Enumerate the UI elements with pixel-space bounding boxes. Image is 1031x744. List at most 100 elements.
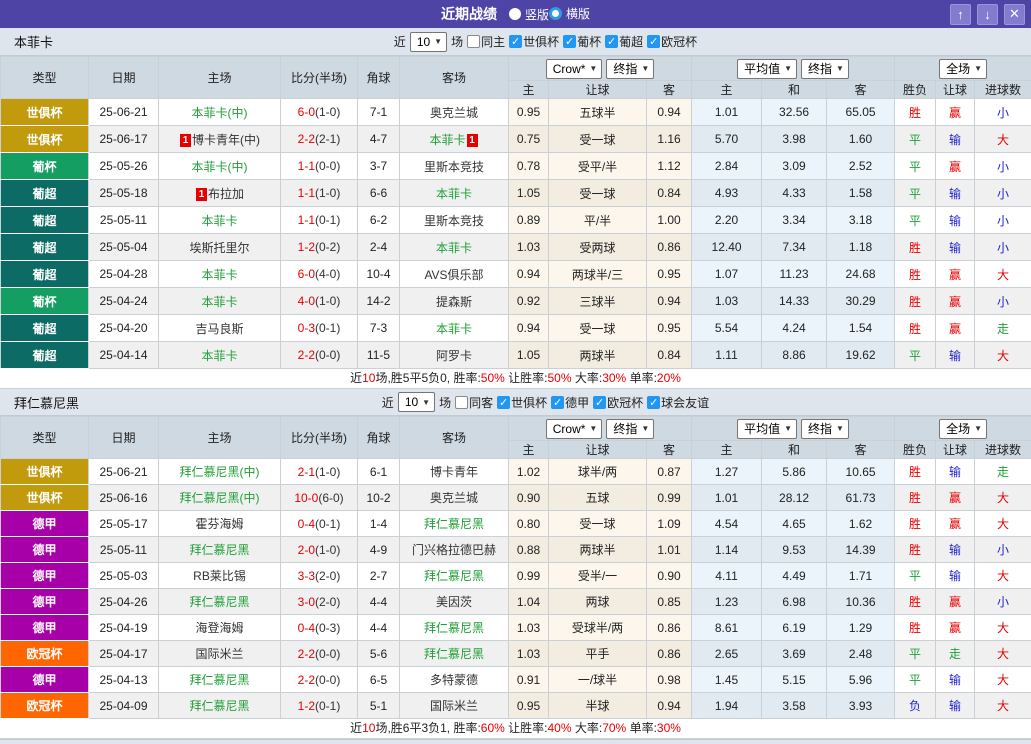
layout-radio-horizontal[interactable]: 横版 bbox=[549, 5, 590, 22]
filter-checkbox[interactable]: ✓世俱杯 bbox=[497, 394, 547, 411]
odds-away: 0.98 bbox=[647, 667, 692, 693]
avg-group-header: 平均值▼终指▼ bbox=[692, 417, 895, 441]
result-handicap: 走 bbox=[936, 641, 975, 667]
avg-away: 3.93 bbox=[827, 693, 895, 719]
avg-away: 61.73 bbox=[827, 485, 895, 511]
avg-draw: 4.49 bbox=[762, 563, 827, 589]
odds-source-select-value: Crow* bbox=[553, 62, 586, 76]
odds-home: 0.88 bbox=[509, 537, 549, 563]
filter-checkbox[interactable]: ✓欧冠杯 bbox=[647, 33, 697, 50]
column-header: 类型 bbox=[1, 417, 89, 459]
checkbox-label: 球会友谊 bbox=[661, 394, 709, 411]
move-down-button[interactable]: ↓ bbox=[977, 4, 998, 25]
full-time-score: 0-3 bbox=[298, 321, 315, 335]
result-goals: 大 bbox=[975, 126, 1031, 153]
scope-select[interactable]: 全场▼ bbox=[939, 59, 987, 79]
avg-group-selects: 平均值▼终指▼ bbox=[692, 59, 894, 79]
avg-group-selects: 平均值▼终指▼ bbox=[692, 419, 894, 439]
full-time-score: 1-1 bbox=[298, 186, 315, 200]
odds-source-select[interactable]: Crow*▼ bbox=[546, 419, 603, 439]
avg-source-select-value: 平均值 bbox=[744, 420, 780, 437]
odds-source-select[interactable]: Crow*▼ bbox=[546, 59, 603, 79]
table-row: 德甲25-04-19海登海姆0-4(0-3)4-4拜仁慕尼黑1.03受球半/两0… bbox=[1, 615, 1031, 641]
result-goals: 小 bbox=[975, 180, 1031, 207]
avg-source-select[interactable]: 平均值▼ bbox=[737, 59, 797, 79]
odds-group-header: Crow*▼终指▼ bbox=[509, 417, 692, 441]
odds-handicap: 五球 bbox=[549, 485, 647, 511]
away-team: 国际米兰 bbox=[400, 693, 509, 719]
filter-checkbox[interactable]: ✓德甲 bbox=[551, 394, 589, 411]
match-count-select-value: 10 bbox=[417, 35, 430, 49]
avg-group-header: 平均值▼终指▼ bbox=[692, 57, 895, 81]
league-badge: 德甲 bbox=[1, 511, 89, 537]
odds-away: 0.95 bbox=[647, 261, 692, 288]
filter-checkbox[interactable]: 同主 bbox=[467, 33, 505, 50]
home-team: 埃斯托里尔 bbox=[159, 234, 281, 261]
checkbox-label: 世俱杯 bbox=[511, 394, 547, 411]
close-button[interactable]: ✕ bbox=[1004, 4, 1025, 25]
league-badge: 葡超 bbox=[1, 315, 89, 342]
filter-checkbox[interactable]: ✓世俱杯 bbox=[509, 33, 559, 50]
result-goals: 大 bbox=[975, 261, 1031, 288]
avg-away: 14.39 bbox=[827, 537, 895, 563]
bottom-strip bbox=[0, 739, 1031, 744]
avg-source-select[interactable]: 平均值▼ bbox=[737, 419, 797, 439]
header-row-1: 类型日期主场比分(半场)角球客场Crow*▼终指▼平均值▼终指▼全场▼ bbox=[1, 417, 1031, 441]
filter-checkbox[interactable]: ✓葡超 bbox=[605, 33, 643, 50]
odds-time-select[interactable]: 终指▼ bbox=[606, 59, 654, 79]
away-team: 本菲卡 bbox=[400, 315, 509, 342]
avg-away: 1.29 bbox=[827, 615, 895, 641]
result-goals: 走 bbox=[975, 315, 1031, 342]
sub-column-header: 让球 bbox=[936, 81, 975, 99]
filter-checkbox[interactable]: ✓葡杯 bbox=[563, 33, 601, 50]
away-team: 里斯本竞技 bbox=[400, 207, 509, 234]
match-count-select[interactable]: 10▼ bbox=[410, 32, 447, 52]
result-outcome: 平 bbox=[895, 180, 936, 207]
chevron-down-icon: ▼ bbox=[784, 64, 792, 73]
scope-select[interactable]: 全场▼ bbox=[939, 419, 987, 439]
odds-source-select-value: Crow* bbox=[553, 422, 586, 436]
score: 2-0(1-0) bbox=[281, 537, 358, 563]
team-section-benfica: 本菲卡 近10▼场同主✓世俱杯✓葡杯✓葡超✓欧冠杯 类型日期主场比分(半场)角球… bbox=[0, 28, 1031, 389]
avg-home: 1.27 bbox=[692, 459, 762, 485]
result-outcome: 胜 bbox=[895, 288, 936, 315]
avg-time-select[interactable]: 终指▼ bbox=[801, 59, 849, 79]
avg-draw: 32.56 bbox=[762, 99, 827, 126]
avg-time-select[interactable]: 终指▼ bbox=[801, 419, 849, 439]
result-goals: 小 bbox=[975, 99, 1031, 126]
table-row: 世俱杯25-06-21拜仁慕尼黑(中)2-1(1-0)6-1博卡青年1.02球半… bbox=[1, 459, 1031, 485]
move-up-button[interactable]: ↑ bbox=[950, 4, 971, 25]
red-card-badge: 1 bbox=[180, 134, 191, 147]
home-team: 拜仁慕尼黑 bbox=[159, 537, 281, 563]
team-label: 本菲卡 bbox=[429, 133, 465, 147]
team-label: 门兴格拉德巴赫 bbox=[412, 543, 496, 557]
avg-away: 2.48 bbox=[827, 641, 895, 667]
avg-draw: 3.58 bbox=[762, 693, 827, 719]
match-count-select-value: 10 bbox=[405, 395, 418, 409]
score: 10-0(6-0) bbox=[281, 485, 358, 511]
away-team: 提森斯 bbox=[400, 288, 509, 315]
layout-radio-vertical[interactable]: 竖版 bbox=[509, 6, 549, 23]
filter-checkbox[interactable]: ✓欧冠杯 bbox=[593, 394, 643, 411]
avg-draw: 4.33 bbox=[762, 180, 827, 207]
avg-away: 5.96 bbox=[827, 667, 895, 693]
corners: 7-3 bbox=[358, 315, 400, 342]
odds-time-select[interactable]: 终指▼ bbox=[606, 419, 654, 439]
away-team: 奥克兰城 bbox=[400, 99, 509, 126]
half-time-score: (1-0) bbox=[315, 105, 340, 119]
checkbox-label: 葡超 bbox=[619, 33, 643, 50]
corners: 10-2 bbox=[358, 485, 400, 511]
odds-away: 0.86 bbox=[647, 615, 692, 641]
result-outcome: 胜 bbox=[895, 315, 936, 342]
away-team: 拜仁慕尼黑 bbox=[400, 641, 509, 667]
filter-checkbox[interactable]: 同客 bbox=[455, 394, 493, 411]
score: 2-2(2-1) bbox=[281, 126, 358, 153]
table-body: 世俱杯25-06-21本菲卡(中)6-0(1-0)7-1奥克兰城0.95五球半0… bbox=[1, 99, 1031, 369]
team-label: 拜仁慕尼黑(中) bbox=[180, 491, 260, 505]
column-header: 主场 bbox=[159, 57, 281, 99]
filter-checkbox[interactable]: ✓球会友谊 bbox=[647, 394, 709, 411]
result-goals: 小 bbox=[975, 589, 1031, 615]
match-count-select[interactable]: 10▼ bbox=[398, 392, 435, 412]
away-team: 奥克兰城 bbox=[400, 485, 509, 511]
avg-home: 1.01 bbox=[692, 485, 762, 511]
